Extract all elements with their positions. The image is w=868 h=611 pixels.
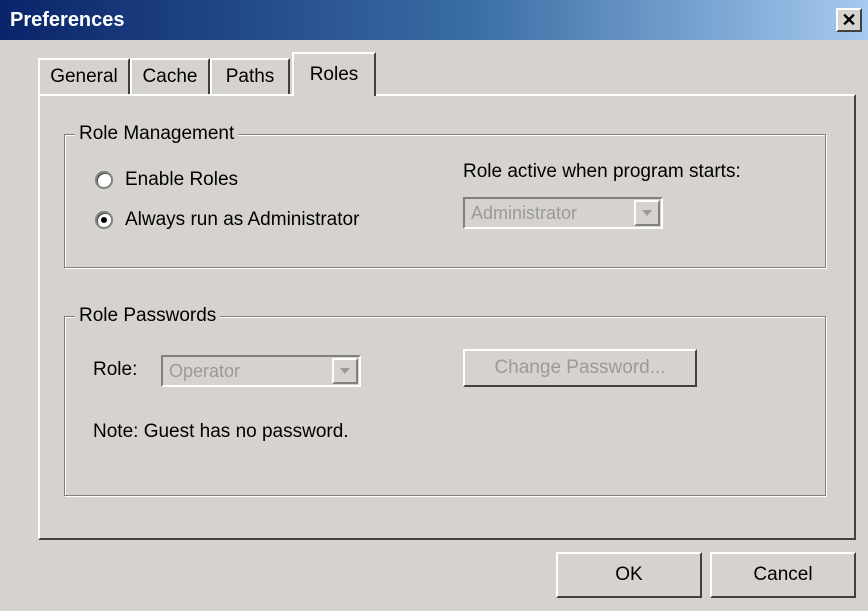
tab-paths[interactable]: Paths [210, 58, 290, 94]
chevron-down-icon [340, 368, 350, 374]
tab-cache-label: Cache [142, 66, 198, 87]
tab-cache[interactable]: Cache [130, 58, 210, 94]
tab-paths-label: Paths [225, 66, 275, 87]
role-management-group: Role Management Enable Roles Always run … [64, 123, 826, 268]
role-management-legend: Role Management [75, 123, 239, 145]
tab-roles-label: Roles [309, 64, 359, 85]
role-label: Role: [93, 359, 138, 380]
role-passwords-group: Role Passwords Role: Operator Change Pas… [64, 305, 826, 496]
always-admin-label[interactable]: Always run as Administrator [125, 209, 359, 231]
startup-role-select[interactable]: Administrator [463, 197, 663, 229]
enable-roles-radio[interactable] [95, 171, 113, 189]
chevron-down-icon [642, 210, 652, 216]
cancel-button-label: Cancel [753, 564, 813, 585]
tab-general-label: General [50, 66, 118, 87]
cancel-button[interactable]: Cancel [710, 552, 856, 598]
startup-role-dropdown-button[interactable] [634, 200, 660, 226]
role-select[interactable]: Operator [161, 355, 361, 387]
close-icon: ✕ [841, 9, 857, 30]
startup-role-value: Administrator [471, 203, 578, 223]
role-dropdown-button[interactable] [332, 358, 358, 384]
close-button[interactable]: ✕ [836, 8, 862, 32]
role-value: Operator [169, 361, 241, 381]
enable-roles-label[interactable]: Enable Roles [125, 169, 238, 191]
title-bar: Preferences ✕ [0, 0, 868, 40]
radio-dot-icon [101, 217, 107, 223]
roles-tab-panel: Role Management Enable Roles Always run … [38, 94, 856, 540]
ok-button-label: OK [615, 564, 643, 585]
tab-roles[interactable]: Roles [292, 52, 376, 96]
window-title: Preferences [10, 9, 125, 31]
role-passwords-legend: Role Passwords [75, 305, 221, 327]
tab-general[interactable]: General [38, 58, 130, 94]
startup-role-label: Role active when program starts: [463, 161, 741, 182]
change-password-button[interactable]: Change Password... [463, 349, 697, 387]
change-password-label: Change Password... [494, 357, 666, 378]
ok-button[interactable]: OK [556, 552, 702, 598]
guest-password-note: Note: Guest has no password. [93, 421, 349, 442]
always-admin-radio[interactable] [95, 211, 113, 229]
